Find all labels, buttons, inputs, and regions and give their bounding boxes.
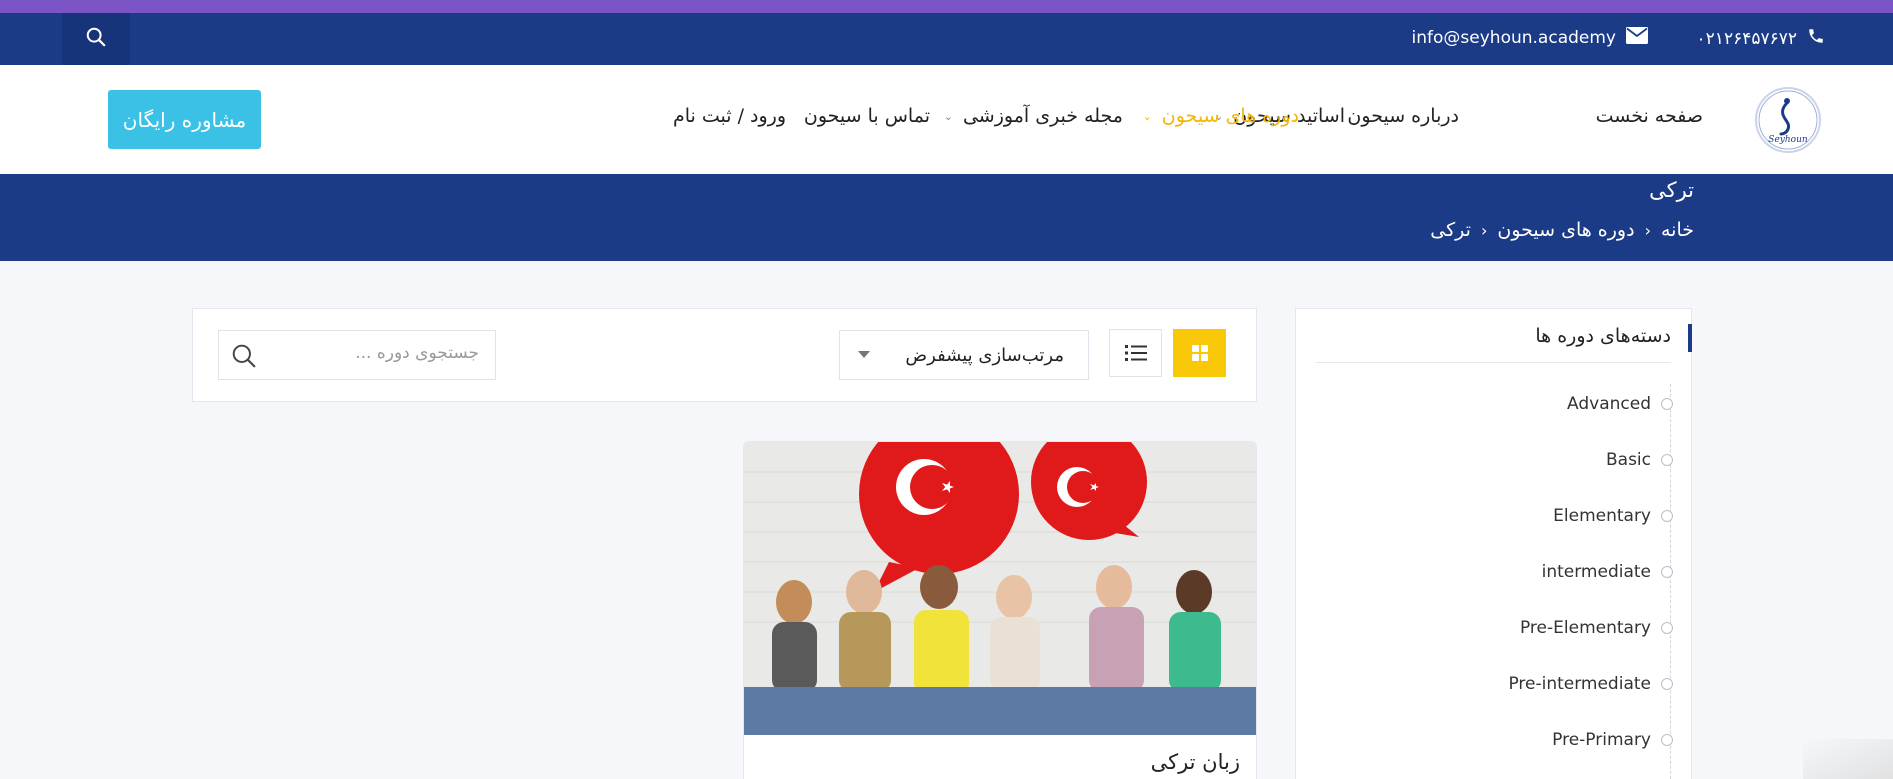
free-consultation-button[interactable]: مشاوره رایگان [108,90,261,149]
circle-bullet-icon [1661,566,1673,578]
corner-overlay [1803,739,1893,779]
caret-down-icon [858,351,870,358]
nav-item-contact[interactable]: تماس با سیحون [804,105,930,127]
category-label: Basic [1605,450,1651,470]
phone-icon [1807,27,1825,50]
top-accent-strip [0,0,1893,13]
category-label: Pre-Primary [1552,730,1651,750]
grid-view-button[interactable] [1173,329,1226,377]
chevron-down-icon: ⌄ [943,109,953,123]
circle-bullet-icon [1661,454,1673,466]
page-banner: ترکی خانه ‹ دوره های سیحون ‹ ترکی [0,174,1893,261]
grid-icon [1191,345,1208,361]
category-item-basic[interactable]: Basic [1606,450,1673,470]
category-label: Pre-intermediate [1508,674,1651,694]
category-item-elementary[interactable]: Elementary [1553,506,1673,526]
search-icon[interactable] [231,343,257,373]
list-view-button[interactable] [1109,329,1162,377]
sort-selected-value: مرتب‌سازی پیشفرض [905,345,1064,366]
nav-item-about[interactable]: درباره سیحون [1347,105,1459,127]
title-accent [1688,324,1692,352]
course-search-box [218,330,496,380]
site-logo[interactable]: Seyhoun [1755,87,1821,153]
sort-dropdown[interactable]: مرتب‌سازی پیشفرض [839,330,1089,380]
phone-contact[interactable]: ۰۲۱۲۶۴۵۷۶۷۲ [1697,27,1825,50]
svg-text:Seyhoun: Seyhoun [1768,135,1808,145]
nav-item-label: دوره های سیحون [1161,105,1299,127]
search-icon [85,26,107,52]
circle-bullet-icon [1661,678,1673,690]
course-title[interactable]: زبان ترکی [1151,750,1240,774]
nav-item-magazine[interactable]: ⌄ مجله خبری آموزشی [944,105,1123,127]
email-contact[interactable]: info@seyhoun.academy [1412,27,1648,49]
breadcrumb-home[interactable]: خانه [1661,219,1694,241]
phone-number: ۰۲۱۲۶۴۵۷۶۷۲ [1696,28,1797,49]
list-icon [1124,345,1147,361]
category-label: Advanced [1567,394,1651,414]
category-item-pre-elementary[interactable]: Pre-Elementary [1520,618,1673,638]
nav-item-login[interactable]: ورود / ثبت نام [673,105,786,127]
nav-item-label: درباره سیحون [1347,105,1459,127]
breadcrumb: خانه ‹ دوره های سیحون ‹ ترکی [1430,219,1694,241]
nav-item-label: تماس با سیحون [803,105,930,127]
nav-item-label: صفحه نخست [1595,105,1703,127]
page-title: ترکی [1649,178,1694,202]
course-thumbnail-image [744,442,1256,735]
category-label: Elementary [1553,506,1651,526]
chevron-down-icon: ⌄ [1142,109,1152,123]
main-navbar: Seyhoun صفحه نخست درباره سیحون ⌄ اساتید … [0,65,1893,174]
chevron-left-icon: ‹ [1644,221,1651,240]
category-item-pre-intermediate[interactable]: Pre-intermediate [1508,674,1673,694]
category-item-pre-primary[interactable]: Pre-Primary [1552,730,1673,750]
course-search-input[interactable] [279,343,479,363]
category-item-intermediate[interactable]: intermediate [1542,562,1673,582]
course-categories-widget: دسته‌های دوره ها Advanced Basic Elementa… [1295,308,1692,779]
circle-bullet-icon [1661,622,1673,634]
circle-bullet-icon [1661,398,1673,410]
category-item-advanced[interactable]: Advanced [1567,394,1673,414]
nav-item-home[interactable]: صفحه نخست [1596,105,1703,127]
envelope-icon [1626,27,1648,49]
seyhoun-logo-icon: Seyhoun [1758,90,1818,150]
category-label: Pre-Elementary [1519,618,1651,638]
chevron-left-icon: ‹ [1480,221,1488,240]
breadcrumb-courses[interactable]: دوره های سیحون [1497,219,1634,241]
breadcrumb-current: ترکی [1430,219,1471,241]
nav-item-courses[interactable]: ⌄ دوره های سیحون [1143,105,1299,127]
circle-bullet-icon [1661,734,1673,746]
divider [1316,362,1671,363]
category-label: intermediate [1541,562,1651,582]
email-address: info@seyhoun.academy [1411,28,1616,48]
course-card[interactable]: زبان ترکی [743,441,1257,779]
header-search-button[interactable] [62,13,130,65]
widget-title: دسته‌های دوره ها [1535,325,1671,347]
nav-item-label: مجله خبری آموزشی [962,105,1123,127]
course-filter-bar: مرتب‌سازی پیشفرض [192,308,1257,402]
circle-bullet-icon [1661,510,1673,522]
top-contact-bar: ۰۲۱۲۶۴۵۷۶۷۲ info@seyhoun.academy [0,13,1893,65]
nav-item-label: ورود / ثبت نام [672,105,786,127]
